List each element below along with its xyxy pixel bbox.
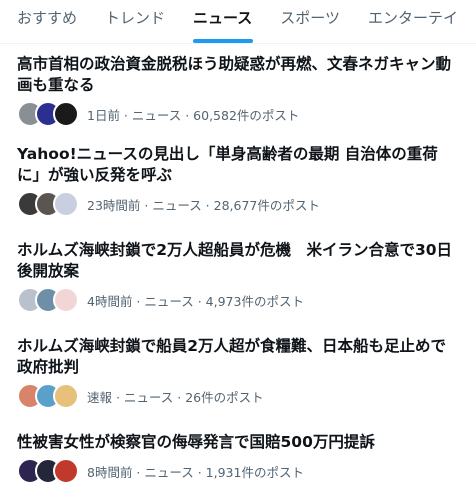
news-meta: 23時間前 · ニュース · 28,677件のポスト [87,197,320,213]
avatar-stack [17,383,79,409]
tab-label: スポーツ [280,9,340,27]
tab-label: エンターテイ [368,9,459,27]
tab-label: ニュース [193,9,253,27]
tab-label: おすすめ [17,9,78,27]
news-meta-row: 8時間前 · ニュース · 1,931件のポスト [17,458,460,484]
avatar [53,287,79,313]
active-tab-indicator [192,39,253,43]
avatar-stack [17,287,79,313]
avatar-stack [17,101,79,127]
news-headline: 高市首相の政治資金脱税ほう助疑惑が再燃、文春ネガキャン動画も重なる [17,55,452,94]
tab-label: トレンド [105,9,166,27]
news-item[interactable]: ホルムズ海峡封鎖で2万人超船員が危機 米イラン合意で30日後開放案 4時間前 · … [0,240,476,313]
tab-trend[interactable]: トレンド [91,0,179,43]
news-headline: ホルムズ海峡封鎖で2万人超船員が危機 米イラン合意で30日後開放案 [17,241,453,280]
news-meta-row: 23時間前 · ニュース · 28,677件のポスト [17,191,460,217]
avatar [53,101,79,127]
news-meta-row: 速報 · ニュース · 26件のポスト [17,383,460,409]
news-item[interactable]: 性被害女性が検察官の侮辱発言で国賠500万円提訴 8時間前 · ニュース · 1,… [0,432,476,484]
news-item[interactable]: ホルムズ海峡封鎖で船員2万人超が食糧難、日本船も足止めで政府批判速報 · ニュー… [0,336,476,409]
news-tab-bar: おすすめ トレンド ニュース スポーツ エンターテイ [0,0,476,44]
news-meta: 8時間前 · ニュース · 1,931件のポスト [87,464,304,480]
avatar-stack [17,191,79,217]
avatar [53,191,79,217]
news-item[interactable]: Yahoo!ニュースの見出し「単身高齢者の最期 自治体の重荷に」が強い反発を呼ぶ… [0,144,476,217]
tab-entertainment[interactable]: エンターテイ [354,0,472,43]
news-meta-row: 4時間前 · ニュース · 4,973件のポスト [17,287,460,313]
news-meta: 1日前 · ニュース · 60,582件のポスト [87,107,300,123]
news-meta: 4時間前 · ニュース · 4,973件のポスト [87,293,304,309]
news-headline: ホルムズ海峡封鎖で船員2万人超が食糧難、日本船も足止めで政府批判 [17,337,446,376]
tab-recommended[interactable]: おすすめ [0,0,91,43]
news-headline: Yahoo!ニュースの見出し「単身高齢者の最期 自治体の重荷に」が強い反発を呼ぶ [17,145,438,184]
avatar-stack [17,458,79,484]
news-item[interactable]: 高市首相の政治資金脱税ほう助疑惑が再燃、文春ネガキャン動画も重なる 1日前 · ニ… [0,54,476,127]
news-meta: 速報 · ニュース · 26件のポスト [87,389,264,405]
news-headline: 性被害女性が検察官の侮辱発言で国賠500万円提訴 [17,433,375,451]
tab-news[interactable]: ニュース [179,0,266,43]
news-meta-row: 1日前 · ニュース · 60,582件のポスト [17,101,460,127]
avatar [53,383,79,409]
avatar [53,458,79,484]
tab-sports[interactable]: スポーツ [266,0,354,43]
